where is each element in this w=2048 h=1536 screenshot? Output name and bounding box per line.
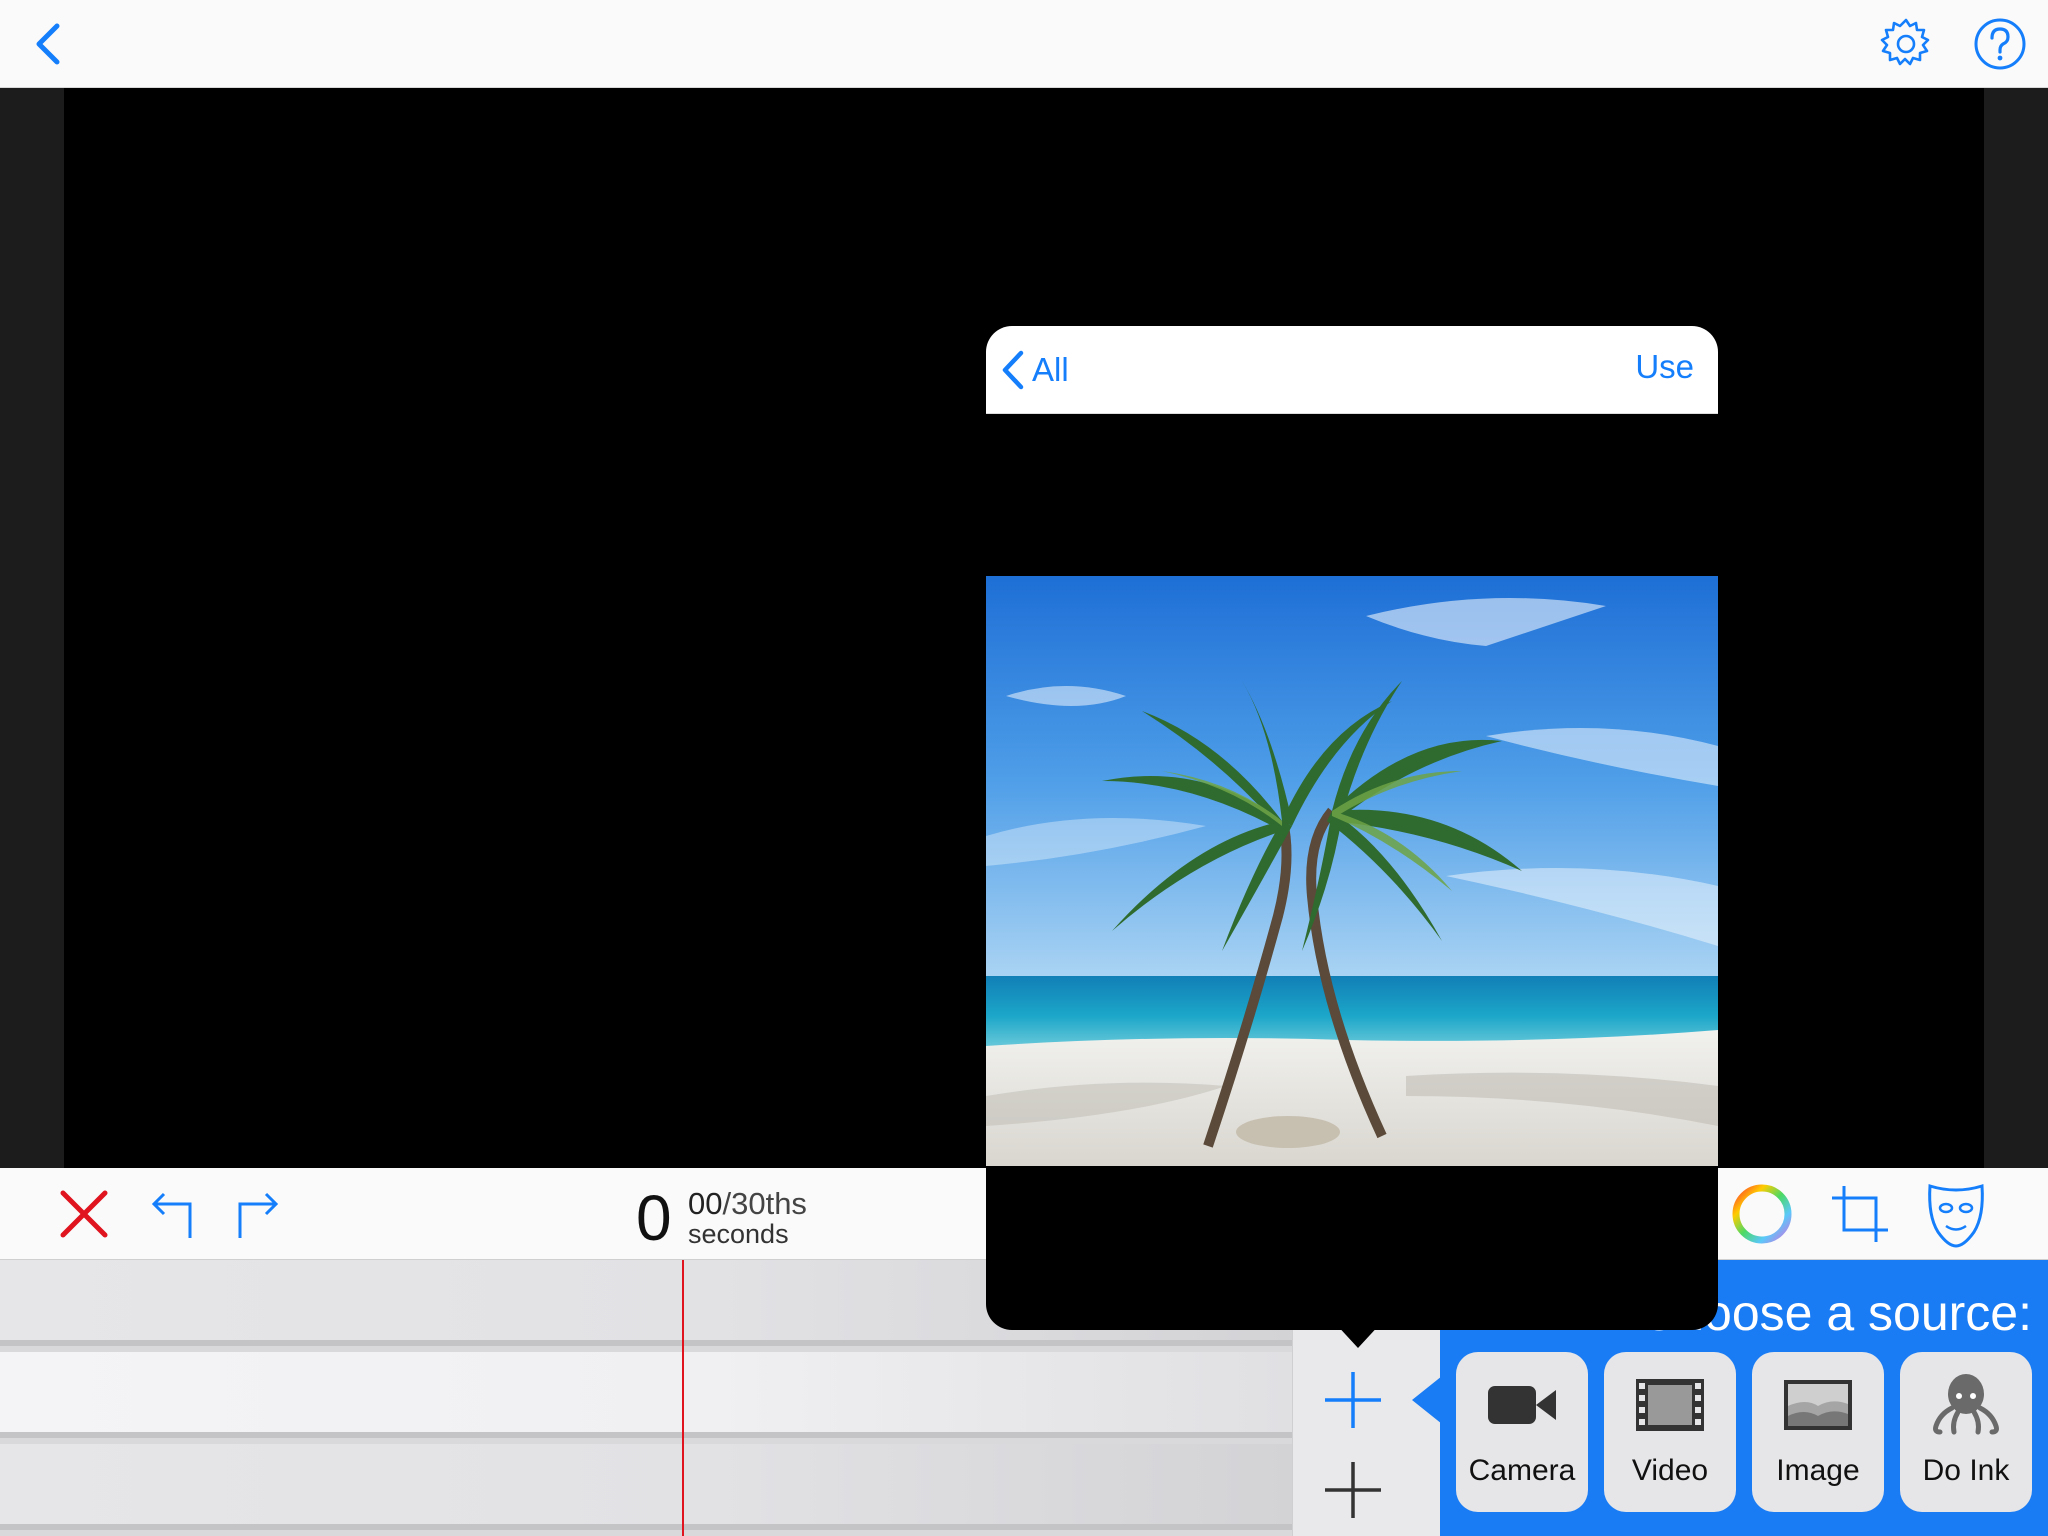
add-layer-panel (1292, 1330, 1440, 1536)
source-panel-pointer (1412, 1376, 1442, 1424)
use-button[interactable]: Use (1635, 348, 1694, 386)
add-layer-button[interactable] (1321, 1458, 1385, 1522)
question-circle-icon (1974, 18, 2026, 70)
app-window: 0 00/30ths seconds Choose a source: Came… (0, 0, 2048, 1536)
chevron-left-icon (36, 23, 60, 65)
do-ink-source-button[interactable]: Do Ink (1900, 1352, 2032, 1512)
image-icon (1752, 1370, 1884, 1440)
timeline-track[interactable] (0, 1444, 1292, 1530)
picker-back-label: All (1032, 351, 1069, 388)
picker-popover-arrow (1334, 1322, 1382, 1348)
help-button[interactable] (1972, 16, 2028, 72)
source-label: Video (1631, 1454, 1709, 1487)
crop-icon[interactable] (1826, 1180, 1894, 1248)
redo-button[interactable] (226, 1182, 290, 1246)
time-frames-suffix: /30ths (722, 1186, 807, 1221)
camera-source-button[interactable]: Camera (1456, 1352, 1588, 1512)
undo-button[interactable] (140, 1182, 204, 1246)
settings-button[interactable] (1878, 16, 1934, 72)
timeline-track[interactable] (0, 1352, 1292, 1438)
picker-back-button[interactable]: All (1000, 344, 1069, 396)
gear-icon (1880, 18, 1930, 66)
image-source-button[interactable]: Image (1752, 1352, 1884, 1512)
picker-nav-bar: All Use (986, 326, 1718, 414)
source-label: Image (1776, 1454, 1860, 1487)
playhead[interactable] (682, 1260, 684, 1536)
mask-icon[interactable] (1920, 1178, 1992, 1250)
time-unit: seconds (688, 1219, 789, 1249)
chevron-left-icon (1002, 350, 1024, 390)
plus-icon (1325, 1372, 1381, 1428)
plus-icon (1325, 1462, 1381, 1518)
color-wheel-icon[interactable] (1728, 1180, 1796, 1248)
back-button[interactable] (20, 16, 76, 72)
add-layer-button[interactable] (1321, 1368, 1385, 1432)
source-label: Camera (1468, 1454, 1576, 1487)
redo-arrow-icon (238, 1192, 279, 1238)
photo-picker-popup: All Use (986, 326, 1718, 1330)
undo-arrow-icon (151, 1192, 192, 1238)
canvas-left-margin (0, 88, 64, 1168)
source-label: Do Ink (1922, 1454, 2010, 1487)
video-camera-icon (1456, 1370, 1588, 1440)
video-source-button[interactable]: Video (1604, 1352, 1736, 1512)
time-frames: 00/30ths (688, 1188, 807, 1220)
octopus-icon (1900, 1370, 2032, 1440)
time-frames-value: 00 (688, 1186, 723, 1221)
red-x-icon (60, 1190, 108, 1238)
selected-photo[interactable] (986, 576, 1718, 1166)
film-strip-icon (1604, 1370, 1736, 1440)
time-seconds: 0 (636, 1182, 672, 1254)
top-bar (0, 0, 2048, 88)
canvas-right-margin (1984, 88, 2048, 1168)
delete-button[interactable] (52, 1182, 116, 1246)
